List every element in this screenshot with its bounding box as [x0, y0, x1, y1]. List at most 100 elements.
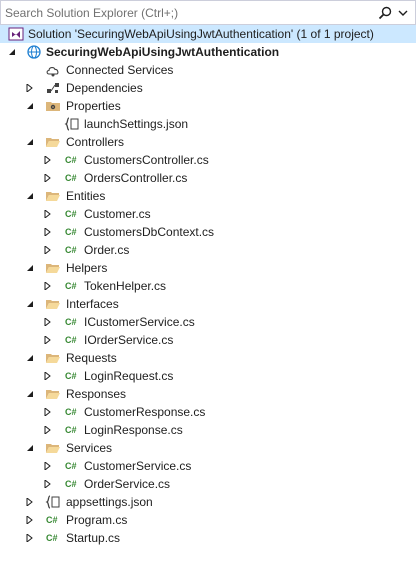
csharp-file-icon: C# [65, 173, 77, 183]
tree-label: Customer.cs [84, 207, 151, 221]
search-box[interactable]: Search Solution Explorer (Ctrl+;) [0, 0, 416, 25]
tree-item-dependencies[interactable]: Dependencies [0, 79, 416, 97]
json-file-icon [45, 494, 61, 510]
tree-item-controllers[interactable]: Controllers [0, 133, 416, 151]
tree-label: LoginResponse.cs [84, 423, 183, 437]
tree-label: Controllers [66, 135, 125, 149]
search-input[interactable]: Search Solution Explorer (Ctrl+;) [5, 6, 178, 20]
json-file-icon [64, 116, 80, 132]
tree-item-customers-controller[interactable]: C# CustomersController.cs [0, 151, 416, 169]
expanded-arrow-icon[interactable] [24, 259, 36, 277]
tree-label: Services [66, 441, 113, 455]
collapsed-arrow-icon[interactable] [42, 331, 54, 349]
collapsed-arrow-icon[interactable] [42, 241, 54, 259]
properties-folder-icon [45, 98, 61, 114]
folder-open-icon [45, 386, 61, 402]
tree-item-orders-controller[interactable]: C# OrdersController.cs [0, 169, 416, 187]
tree-item-project[interactable]: SecuringWebApiUsingJwtAuthentication [0, 43, 416, 61]
collapsed-arrow-icon[interactable] [42, 223, 54, 241]
tree-item-token-helper[interactable]: C# TokenHelper.cs [0, 277, 416, 295]
tree-item-iorder-service[interactable]: C# IOrderService.cs [0, 331, 416, 349]
tree-label: Dependencies [66, 81, 143, 95]
collapsed-arrow-icon[interactable] [42, 403, 54, 421]
expanded-arrow-icon[interactable] [24, 349, 36, 367]
expanded-arrow-icon[interactable] [24, 187, 36, 205]
tree-item-order[interactable]: C# Order.cs [0, 241, 416, 259]
tree-item-properties[interactable]: Properties [0, 97, 416, 115]
expanded-arrow-icon[interactable] [24, 133, 36, 151]
tree-label: OrdersController.cs [84, 171, 188, 185]
tree-item-login-request[interactable]: C# LoginRequest.cs [0, 367, 416, 385]
tree-item-customer-response[interactable]: C# CustomerResponse.cs [0, 403, 416, 421]
tree-label: CustomersController.cs [84, 153, 209, 167]
folder-open-icon [45, 350, 61, 366]
tree-item-responses[interactable]: Responses [0, 385, 416, 403]
tree-item-login-response[interactable]: C# LoginResponse.cs [0, 421, 416, 439]
solution-label: Solution 'SecuringWebApiUsingJwtAuthenti… [28, 27, 374, 41]
folder-open-icon [45, 296, 61, 312]
expanded-arrow-icon[interactable] [24, 439, 36, 457]
folder-open-icon [45, 260, 61, 276]
tree-item-customers-db-context[interactable]: C# CustomersDbContext.cs [0, 223, 416, 241]
tree-label: IOrderService.cs [84, 333, 174, 347]
tree-item-interfaces[interactable]: Interfaces [0, 295, 416, 313]
collapsed-arrow-icon[interactable] [42, 421, 54, 439]
collapsed-arrow-icon[interactable] [24, 529, 36, 547]
tree-label: LoginRequest.cs [84, 369, 174, 383]
collapsed-arrow-icon[interactable] [42, 367, 54, 385]
csharp-file-icon: C# [65, 155, 77, 165]
csharp-file-icon: C# [65, 245, 77, 255]
expanded-arrow-icon[interactable] [24, 97, 36, 115]
folder-open-icon [45, 440, 61, 456]
tree-label: ICustomerService.cs [84, 315, 195, 329]
folder-open-icon [45, 188, 61, 204]
collapsed-arrow-icon[interactable] [42, 475, 54, 493]
csharp-file-icon: C# [65, 317, 77, 327]
csharp-file-icon: C# [65, 461, 77, 471]
tree-item-customer-service[interactable]: C# CustomerService.cs [0, 457, 416, 475]
folder-open-icon [45, 134, 61, 150]
dependencies-icon [45, 80, 61, 96]
collapsed-arrow-icon[interactable] [42, 151, 54, 169]
tree-item-icustomer-service[interactable]: C# ICustomerService.cs [0, 313, 416, 331]
collapsed-arrow-icon[interactable] [24, 493, 36, 511]
csharp-file-icon: C# [46, 533, 58, 543]
tree-item-connected-services[interactable]: Connected Services [0, 61, 416, 79]
tree-label: Interfaces [66, 297, 119, 311]
project-icon [26, 44, 42, 60]
collapsed-arrow-icon[interactable] [42, 205, 54, 223]
tree-label: Responses [66, 387, 127, 401]
tree-item-requests[interactable]: Requests [0, 349, 416, 367]
tree-item-launch-settings[interactable]: launchSettings.json [0, 115, 416, 133]
chevron-down-icon[interactable] [397, 5, 409, 21]
collapsed-arrow-icon[interactable] [42, 277, 54, 295]
tree-label: Properties [66, 99, 121, 113]
tree-item-customer[interactable]: C# Customer.cs [0, 205, 416, 223]
tree-label: launchSettings.json [84, 117, 189, 131]
tree-item-order-service[interactable]: C# OrderService.cs [0, 475, 416, 493]
tree-label: Entities [66, 189, 106, 203]
collapsed-arrow-icon[interactable] [42, 457, 54, 475]
expanded-arrow-icon[interactable] [24, 385, 36, 403]
csharp-file-icon: C# [65, 335, 77, 345]
collapsed-arrow-icon[interactable] [24, 79, 36, 97]
expanded-arrow-icon[interactable] [6, 43, 18, 61]
tree-item-appsettings[interactable]: appsettings.json [0, 493, 416, 511]
tree-label: Program.cs [66, 513, 128, 527]
tree-item-services[interactable]: Services [0, 439, 416, 457]
csharp-file-icon: C# [65, 479, 77, 489]
tree-item-entities[interactable]: Entities [0, 187, 416, 205]
tree-label: CustomersDbContext.cs [84, 225, 215, 239]
collapsed-arrow-icon[interactable] [42, 313, 54, 331]
tree-item-startup[interactable]: C# Startup.cs [0, 529, 416, 547]
collapsed-arrow-icon[interactable] [24, 511, 36, 529]
tree-item-program[interactable]: C# Program.cs [0, 511, 416, 529]
expanded-arrow-icon[interactable] [24, 295, 36, 313]
collapsed-arrow-icon[interactable] [42, 169, 54, 187]
tree-item-helpers[interactable]: Helpers [0, 259, 416, 277]
tree-label: TokenHelper.cs [84, 279, 167, 293]
tree-label: CustomerService.cs [84, 459, 192, 473]
tree-label: Requests [66, 351, 117, 365]
solution-node[interactable]: Solution 'SecuringWebApiUsingJwtAuthenti… [0, 25, 416, 43]
search-icon[interactable] [377, 5, 393, 21]
